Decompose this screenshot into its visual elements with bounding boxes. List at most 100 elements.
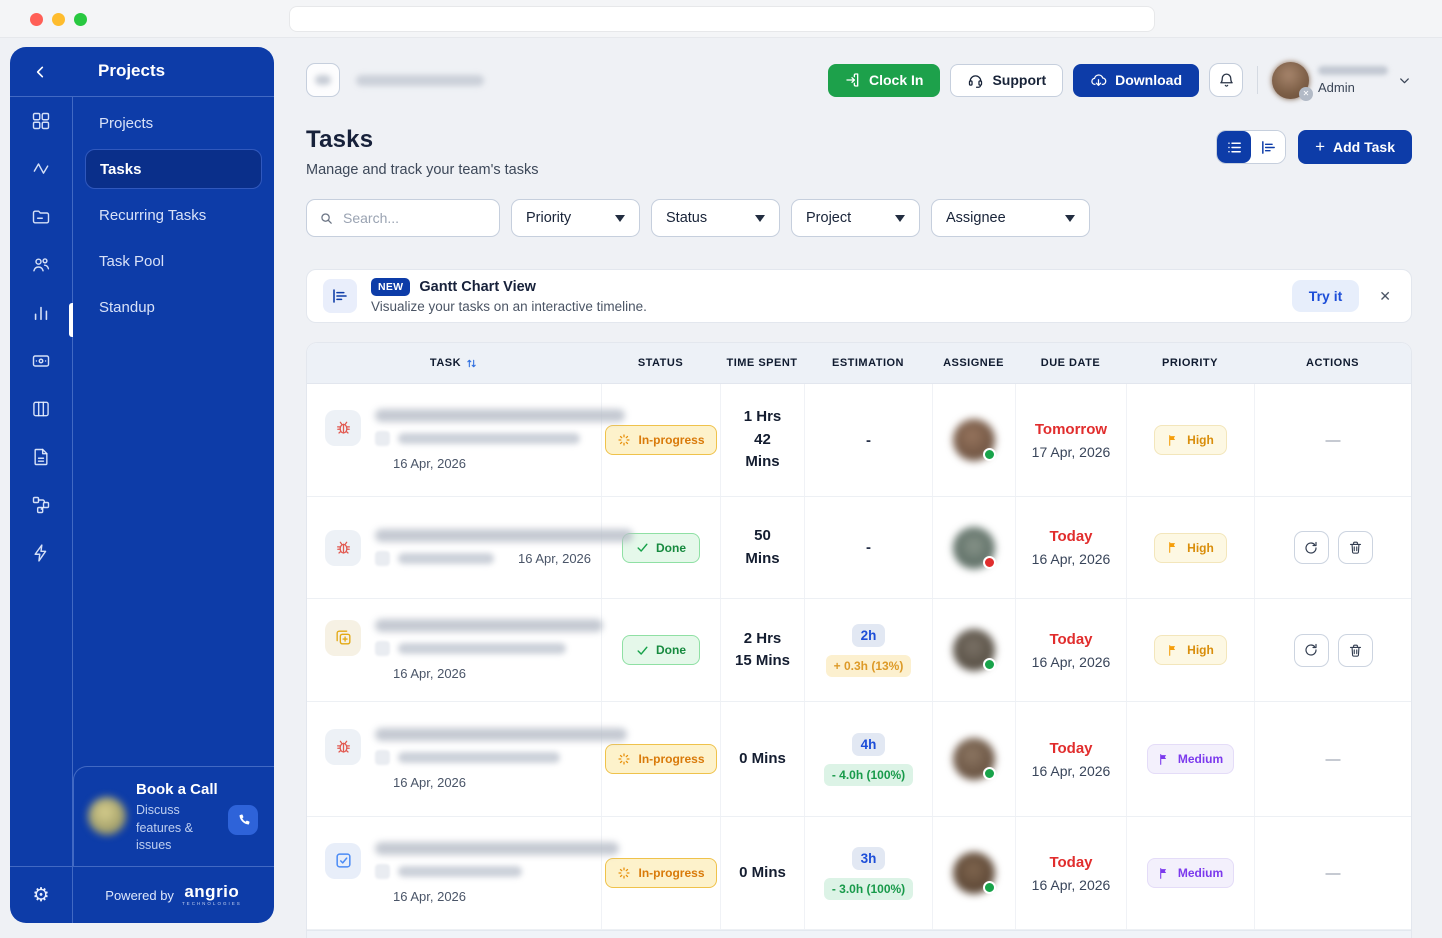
sidebar-collapse-button[interactable] [30, 61, 52, 83]
table-row[interactable]: 16 Apr, 2026 Done 50 Mins - Today16 Apr,… [307, 497, 1411, 599]
notifications-button[interactable] [1209, 63, 1243, 97]
gantt-view-button[interactable] [1251, 131, 1285, 163]
sidebar-rail-kanban[interactable] [10, 385, 72, 433]
support-button[interactable]: Support [950, 64, 1063, 97]
try-it-button[interactable]: Try it [1292, 280, 1359, 312]
status-cell: Done [601, 497, 720, 598]
priority-filter-dropdown[interactable]: Priority [511, 199, 640, 237]
sidebar-item-standup[interactable]: Standup [85, 287, 262, 327]
sidebar-rail-reports[interactable] [10, 289, 72, 337]
banner-title: Gantt Chart View [419, 279, 536, 295]
status-badge: In-progress [605, 858, 716, 888]
priority-badge: High [1154, 533, 1227, 563]
banner-close-icon[interactable]: ✕ [1379, 288, 1391, 305]
chevron-left-icon [33, 64, 49, 80]
minimize-window-button[interactable] [52, 13, 65, 26]
table-row[interactable]: 16 Apr, 2026 In-progress 0 Mins 4h - 4.0… [307, 702, 1411, 817]
team-icon [31, 255, 51, 275]
sidebar-item-projects[interactable]: Projects [85, 103, 262, 143]
task-cell: 16 Apr, 2026 [307, 817, 601, 929]
sidebar-rail-team[interactable] [10, 241, 72, 289]
status-label: Done [656, 541, 686, 555]
sidebar-rail-projects[interactable] [10, 193, 72, 241]
presence-dot-online [983, 881, 996, 894]
estimation-cell: 3h - 3.0h (100%) [804, 817, 932, 929]
table-row[interactable]: 16 Apr, 2026 In-progress 1 Hrs 42 Mins -… [307, 384, 1411, 497]
blurred-task-title [375, 409, 625, 422]
flag-icon [1167, 541, 1180, 554]
priority-cell: Medium [1126, 702, 1254, 816]
presence-dot-busy [983, 556, 996, 569]
column-header-priority[interactable]: Priority [1126, 343, 1254, 383]
assignee-avatar[interactable] [953, 419, 995, 461]
column-header-task[interactable]: Task [307, 343, 601, 383]
delete-task-button[interactable] [1338, 634, 1373, 667]
download-button[interactable]: Download [1073, 64, 1199, 97]
sidebar-rail-activity[interactable] [10, 145, 72, 193]
status-filter-dropdown[interactable]: Status [651, 199, 780, 237]
list-view-button[interactable] [1217, 131, 1251, 163]
sidebar-rail-dashboard[interactable] [10, 97, 72, 145]
powered-by: Powered by angrio TECHNOLOGIES [73, 866, 274, 923]
window-controls [30, 13, 87, 26]
due-date-cell: Today16 Apr, 2026 [1015, 599, 1126, 701]
assignee-avatar[interactable] [953, 629, 995, 671]
sidebar-rail-documents[interactable] [10, 433, 72, 481]
blurred-task-title [375, 728, 627, 741]
flag-icon [1167, 434, 1180, 447]
dropdown-label: Project [806, 210, 851, 226]
add-task-label: Add Task [1333, 139, 1395, 155]
restore-task-button[interactable] [1294, 634, 1329, 667]
gantt-chart-icon [323, 279, 357, 313]
column-header-estimation[interactable]: Estimation [804, 343, 932, 383]
column-header-time-spent[interactable]: Time Spent [720, 343, 804, 383]
delete-task-button[interactable] [1338, 531, 1373, 564]
assignee-cell [932, 817, 1015, 929]
sidebar-item-task-pool[interactable]: Task Pool [85, 241, 262, 281]
estimation-cell: 2h + 0.3h (13%) [804, 599, 932, 701]
user-menu[interactable]: ✕ Admin [1272, 62, 1412, 99]
table-row[interactable]: 16 Apr, 2026 In-progress 0 Mins 3h - 3.0… [307, 817, 1411, 930]
project-filter-dropdown[interactable]: Project [791, 199, 920, 237]
column-header-actions[interactable]: Actions [1254, 343, 1411, 383]
column-header-due-date[interactable]: Due Date [1015, 343, 1126, 383]
hamburger-menu-button[interactable] [306, 63, 340, 97]
dropdown-label: Priority [526, 210, 571, 226]
sidebar-rail-automation[interactable] [10, 529, 72, 577]
due-label: Today [1049, 740, 1092, 757]
book-a-call-card[interactable]: Book a Call Discuss features & issues [73, 766, 274, 866]
assignee-avatar[interactable] [953, 527, 995, 569]
sidebar-item-recurring-tasks[interactable]: Recurring Tasks [85, 195, 262, 235]
add-task-button[interactable]: + Add Task [1298, 130, 1412, 164]
assignee-avatar[interactable] [953, 738, 995, 780]
table-row[interactable]: 16 Apr, 2026 Done 2 Hrs 15 Mins 2h + 0.3… [307, 599, 1411, 702]
estimation-hours-badge: 2h [852, 624, 886, 647]
assignee-avatar[interactable] [953, 852, 995, 894]
clock-in-button[interactable]: Clock In [828, 64, 940, 97]
address-bar[interactable] [290, 7, 1154, 31]
table-header: Task Status Time Spent Estimation Assign… [307, 343, 1411, 384]
sidebar-rail-workflow[interactable] [10, 481, 72, 529]
headset-icon [967, 72, 984, 89]
close-window-button[interactable] [30, 13, 43, 26]
search-input[interactable] [343, 210, 487, 226]
column-label: Task [430, 357, 461, 369]
book-call-description: Discuss features & issues [136, 802, 222, 855]
column-header-status[interactable]: Status [601, 343, 720, 383]
spinner-icon [617, 752, 631, 766]
nav-label: Projects [99, 115, 153, 132]
assignee-filter-dropdown[interactable]: Assignee [931, 199, 1090, 237]
sidebar-item-tasks[interactable]: Tasks [85, 149, 262, 189]
sidebar-settings[interactable]: ⚙ [10, 866, 73, 923]
caret-down-icon [615, 215, 625, 222]
zoom-window-button[interactable] [74, 13, 87, 26]
sidebar-rail-payroll[interactable] [10, 337, 72, 385]
restore-task-button[interactable] [1294, 531, 1329, 564]
estimation-hours-badge: 4h [852, 733, 886, 756]
phone-call-button[interactable] [228, 805, 258, 835]
page-subtitle: Manage and track your team's tasks [306, 162, 538, 178]
blurred-task-subtitle [398, 752, 560, 763]
bar-chart-icon [31, 303, 51, 323]
clock-in-icon [845, 72, 861, 88]
column-header-assignee[interactable]: Assignee [932, 343, 1015, 383]
